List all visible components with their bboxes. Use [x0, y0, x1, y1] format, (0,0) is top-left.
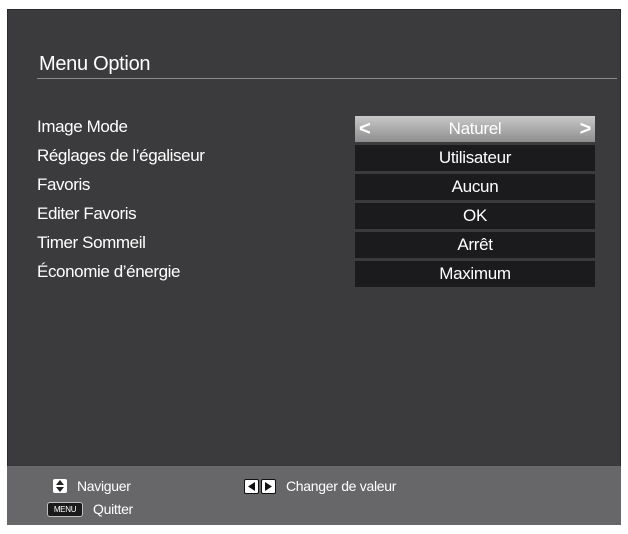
up-down-arrows-icon [53, 479, 67, 493]
option-label-edit-favorites[interactable]: Editer Favoris [37, 203, 337, 232]
hint-quit: MENU Quitter [47, 501, 133, 517]
option-value-text: Aucun [451, 177, 499, 196]
option-value-edit-favorites[interactable]: OK [355, 203, 595, 229]
option-value-energy-saving[interactable]: Maximum [355, 261, 595, 287]
menu-title: Menu Option [39, 53, 151, 75]
option-label-image-mode[interactable]: Image Mode [37, 116, 337, 145]
right-arrow-key-icon [261, 478, 276, 494]
hint-quit-label: Quitter [93, 501, 133, 517]
hint-navigate: Naviguer [53, 478, 131, 494]
left-arrow-key-icon [244, 478, 259, 494]
option-value-image-mode[interactable]: < Naturel > [355, 116, 595, 142]
option-menu-panel: Menu Option Image Mode Réglages de l’éga… [7, 9, 621, 525]
option-labels: Image Mode Réglages de l’égaliseur Favor… [37, 116, 337, 290]
title-divider [37, 78, 617, 79]
menu-key-icon: MENU [47, 501, 83, 517]
hint-change-value-label: Changer de valeur [286, 478, 397, 494]
option-value-text: Arrêt [457, 235, 493, 254]
option-value-sleep-timer[interactable]: Arrêt [355, 232, 595, 258]
option-value-equalizer[interactable]: Utilisateur [355, 145, 595, 171]
help-bar: Naviguer Changer de valeur MENU Quitter [7, 466, 621, 525]
option-value-text: Naturel [448, 119, 502, 138]
option-label-energy-saving[interactable]: Économie d’énergie [37, 261, 337, 290]
option-value-text: Maximum [439, 264, 511, 283]
option-values: < Naturel > Utilisateur Aucun OK Arrêt M… [355, 116, 595, 290]
chevron-right-icon[interactable]: > [580, 116, 592, 142]
option-value-favorites[interactable]: Aucun [355, 174, 595, 200]
chevron-left-icon[interactable]: < [359, 116, 371, 142]
option-value-text: Utilisateur [438, 148, 512, 167]
option-label-sleep-timer[interactable]: Timer Sommeil [37, 232, 337, 261]
option-value-text: OK [463, 206, 487, 225]
option-label-equalizer[interactable]: Réglages de l’égaliseur [37, 145, 337, 174]
hint-navigate-label: Naviguer [77, 478, 131, 494]
hint-change-value: Changer de valeur [244, 478, 396, 494]
option-label-favorites[interactable]: Favoris [37, 174, 337, 203]
